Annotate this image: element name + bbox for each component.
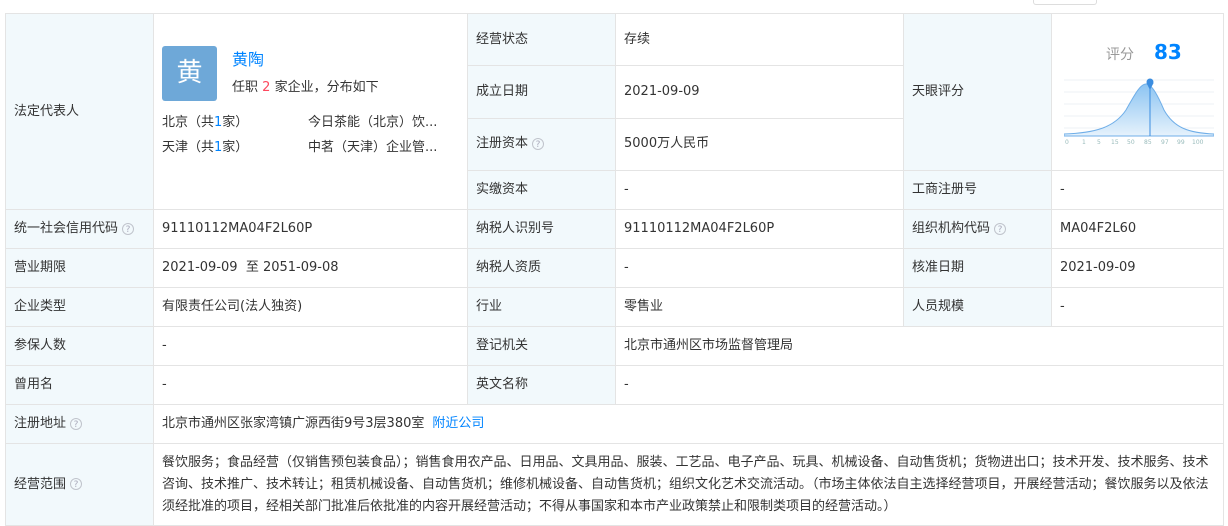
english-name-value: -: [615, 365, 1224, 405]
address-value: 北京市通州区张家湾镇广源西街9号3层380室 附近公司: [153, 404, 1224, 444]
axis-tick-85: 85: [1144, 139, 1152, 146]
scope-label: 经营范围?: [5, 443, 154, 526]
insured-label: 参保人数: [5, 326, 154, 366]
company-type-label: 企业类型: [5, 287, 154, 327]
org-code-value: MA04F2L60: [1051, 209, 1224, 249]
industry-label: 行业: [467, 287, 616, 327]
legal-rep-label: 法定代表人: [5, 13, 154, 210]
location-beijing[interactable]: 北京（共1家）: [162, 113, 248, 133]
axis-tick-15: 15: [1111, 139, 1119, 146]
top-button-edge[interactable]: [1033, 0, 1097, 5]
help-icon[interactable]: ?: [122, 222, 135, 235]
score-value: 83: [1154, 39, 1182, 64]
reg-authority-value: 北京市通州区市场监督管理局: [615, 326, 1224, 366]
axis-tick-50: 50: [1127, 139, 1135, 146]
credit-code-label: 统一社会信用代码?: [5, 209, 154, 249]
paid-capital-value: -: [615, 170, 904, 210]
axis-tick-0: 0: [1065, 139, 1069, 146]
legal-rep-cell: 黄 黄陶 任职 2 家企业，分布如下 北京（共1家） 今日茶能（北京）饮... …: [153, 13, 468, 210]
taxpayer-qual-value: -: [615, 248, 904, 288]
approval-date-value: 2021-09-09: [1051, 248, 1224, 288]
company-type-value: 有限责任公司(法人独资): [153, 287, 468, 327]
help-icon[interactable]: ?: [532, 137, 545, 150]
staff-size-value: -: [1051, 287, 1224, 327]
location-tianjin[interactable]: 天津（共1家）: [162, 138, 248, 158]
address-label: 注册地址?: [5, 404, 154, 444]
avatar[interactable]: 黄: [162, 45, 217, 101]
help-icon[interactable]: ?: [70, 417, 83, 430]
scope-value: 餐饮服务；食品经营（仅销售预包装食品）；销售食用农产品、日用品、文具用品、服装、…: [153, 443, 1224, 526]
nearby-companies-link[interactable]: 附近公司: [432, 416, 484, 431]
reg-authority-label: 登记机关: [467, 326, 616, 366]
term-label: 营业期限: [5, 248, 154, 288]
taxpayer-id-label: 纳税人识别号: [467, 209, 616, 249]
axis-tick-97: 97: [1161, 139, 1169, 146]
company-link-1[interactable]: 今日茶能（北京）饮...: [308, 113, 452, 133]
tenure-text: 任职 2 家企业，分布如下: [232, 79, 379, 95]
score-label: 评分: [1106, 46, 1134, 63]
staff-size-label: 人员规模: [903, 287, 1052, 327]
company-link-2[interactable]: 中茗（天津）企业管...: [308, 138, 452, 158]
org-code-label: 组织机构代码?: [903, 209, 1052, 249]
taxpayer-id-value: 91110112MA04F2L60P: [615, 209, 904, 249]
reg-capital-value: 5000万人民币: [615, 117, 904, 172]
score-distribution-chart: 0 1 5 15 50 85 97 99 100: [1064, 78, 1214, 146]
taxpayer-qual-label: 纳税人资质: [467, 248, 616, 288]
status-label: 经营状态: [467, 12, 616, 67]
company-info-panel: 法定代表人 黄 黄陶 任职 2 家企业，分布如下 北京（共1家） 今日茶能（北京…: [0, 0, 1228, 526]
term-value: 2021-09-09 至 2051-09-08: [153, 248, 468, 288]
credit-code-value: 91110112MA04F2L60P: [153, 209, 468, 249]
axis-tick-5: 5: [1097, 139, 1101, 146]
reg-capital-label: 注册资本?: [467, 117, 616, 172]
former-name-value: -: [153, 365, 468, 405]
biz-reg-no-value: -: [1051, 170, 1224, 210]
english-name-label: 英文名称: [467, 365, 616, 405]
insured-value: -: [153, 326, 468, 366]
axis-tick-99: 99: [1177, 139, 1185, 146]
axis-tick-1: 1: [1082, 139, 1086, 146]
founded-value: 2021-09-09: [615, 65, 904, 119]
tianyan-score-cell[interactable]: 评分 83 0 1 5 15 50 85 97 99 100: [1051, 13, 1224, 171]
industry-value: 零售业: [615, 287, 904, 327]
svg-text:0 1: 0 1 5 15 50 85 97 99 100: [1065, 139, 1204, 146]
axis-tick-100: 100: [1192, 139, 1204, 146]
biz-reg-no-label: 工商注册号: [903, 170, 1052, 210]
former-name-label: 曾用名: [5, 365, 154, 405]
legal-rep-name[interactable]: 黄陶: [232, 50, 264, 70]
founded-label: 成立日期: [467, 65, 616, 119]
help-icon[interactable]: ?: [70, 478, 83, 490]
approval-date-label: 核准日期: [903, 248, 1052, 288]
paid-capital-label: 实缴资本: [467, 170, 616, 210]
status-value: 存续: [615, 12, 904, 67]
tianyan-label: 天眼评分: [903, 13, 1052, 171]
tenure-count: 2: [262, 79, 271, 95]
help-icon[interactable]: ?: [994, 222, 1007, 235]
company-info-table: 法定代表人 黄 黄陶 任职 2 家企业，分布如下 北京（共1家） 今日茶能（北京…: [5, 12, 1224, 526]
